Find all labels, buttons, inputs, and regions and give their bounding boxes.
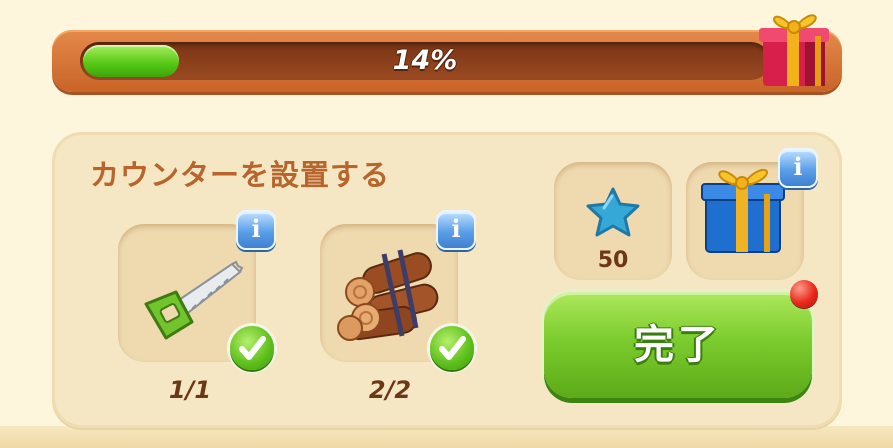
requirement-count-saw: 1/1 bbox=[168, 376, 212, 404]
quest-title: カウンターを設置する bbox=[90, 158, 391, 192]
saw-icon bbox=[144, 260, 244, 340]
bottom-band bbox=[0, 426, 893, 448]
info-button-logs[interactable]: i bbox=[436, 210, 476, 250]
blue-star-icon bbox=[586, 187, 640, 237]
requirement-count-logs: 2/2 bbox=[368, 376, 412, 404]
complete-button[interactable]: 完了 bbox=[544, 292, 812, 398]
notification-dot bbox=[790, 280, 818, 308]
check-icon-logs bbox=[430, 326, 474, 370]
reward-star-amount: 50 bbox=[597, 248, 629, 273]
progress-bar: 14% bbox=[52, 30, 842, 92]
progress-track: 14% bbox=[80, 42, 770, 80]
info-button-gift[interactable]: i bbox=[778, 148, 818, 188]
complete-button-label: 完了 bbox=[634, 322, 722, 368]
info-button-saw[interactable]: i bbox=[236, 210, 276, 250]
reward-gift-icon[interactable] bbox=[755, 0, 837, 92]
progress-percent: 14% bbox=[392, 45, 458, 76]
check-icon-saw bbox=[230, 326, 274, 370]
logs-icon bbox=[337, 249, 439, 341]
